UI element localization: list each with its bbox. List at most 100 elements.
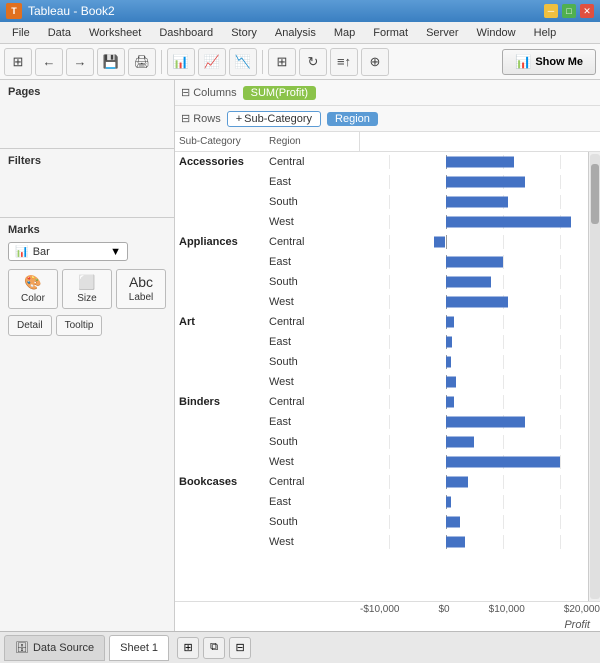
toolbar-sort-btn[interactable]: ≡↑ (330, 48, 358, 76)
bar[interactable] (434, 237, 445, 248)
bar[interactable] (446, 277, 492, 288)
menu-data[interactable]: Data (40, 25, 79, 41)
bar[interactable] (446, 537, 466, 548)
close-button[interactable]: ✕ (580, 4, 594, 18)
data-source-tab[interactable]: 🗄 Data Source (4, 635, 105, 661)
minimize-button[interactable]: ─ (544, 4, 558, 18)
detail-button[interactable]: Detail (8, 315, 52, 336)
x-axis-title: Profit (564, 619, 590, 631)
bar-container[interactable] (360, 535, 588, 549)
table-row: West (265, 372, 588, 392)
subcategory-label-1: Appliances (175, 232, 265, 312)
bar-container[interactable] (360, 295, 588, 309)
bar-container[interactable] (360, 255, 588, 269)
bar-container[interactable] (360, 275, 588, 289)
bar[interactable] (446, 257, 503, 268)
menu-format[interactable]: Format (365, 25, 416, 41)
bar[interactable] (446, 477, 469, 488)
menu-file[interactable]: File (4, 25, 38, 41)
toolbar-table-btn[interactable]: ⊞ (268, 48, 296, 76)
column-pill[interactable]: SUM(Profit) (243, 86, 316, 100)
sheet1-tab[interactable]: Sheet 1 (109, 635, 169, 661)
row-pill-2[interactable]: Region (327, 112, 378, 126)
toolbar-print-btn[interactable]: 🖨 (128, 48, 156, 76)
chart-scrollbar[interactable] (588, 152, 600, 601)
toolbar-forward-btn[interactable]: → (66, 48, 94, 76)
grid-line (560, 475, 561, 489)
bar[interactable] (446, 297, 509, 308)
bar-container[interactable] (360, 395, 588, 409)
bar[interactable] (446, 377, 456, 388)
bar-container[interactable] (360, 235, 588, 249)
bar[interactable] (446, 317, 455, 328)
bar-container[interactable] (360, 335, 588, 349)
show-me-button[interactable]: 📊 Show Me (502, 49, 596, 75)
left-panel: Pages Filters Marks 📊 Bar ▼ 🎨 Color (0, 80, 175, 631)
scrollbar-track[interactable] (590, 154, 600, 599)
bar-container[interactable] (360, 495, 588, 509)
bar[interactable] (446, 457, 560, 468)
bar-container[interactable] (360, 315, 588, 329)
bar[interactable] (446, 197, 509, 208)
menu-map[interactable]: Map (326, 25, 363, 41)
bar-container[interactable] (360, 215, 588, 229)
grid-line (503, 535, 504, 549)
bar[interactable] (446, 497, 452, 508)
duplicate-sheet-btn[interactable]: ⧉ (203, 637, 225, 659)
bar-container[interactable] (360, 475, 588, 489)
maximize-button[interactable]: □ (562, 4, 576, 18)
bar[interactable] (446, 397, 455, 408)
bar-container[interactable] (360, 175, 588, 189)
bar-container[interactable] (360, 155, 588, 169)
menu-window[interactable]: Window (469, 25, 524, 41)
label-button[interactable]: Abc Label (116, 269, 166, 309)
toolbar-chart3-btn[interactable]: 📉 (229, 48, 257, 76)
rows-icon: ⊟ (181, 112, 190, 125)
bar-container[interactable] (360, 195, 588, 209)
toolbar-chart2-btn[interactable]: 📈 (198, 48, 226, 76)
menu-analysis[interactable]: Analysis (267, 25, 324, 41)
scrollbar-thumb[interactable] (591, 164, 599, 224)
bar[interactable] (446, 437, 475, 448)
menu-help[interactable]: Help (526, 25, 565, 41)
region-name-label: West (265, 536, 360, 548)
bar-container[interactable] (360, 515, 588, 529)
bar[interactable] (446, 337, 453, 348)
grid-line (560, 195, 561, 209)
menu-story[interactable]: Story (223, 25, 265, 41)
subcategory-label-0: Accessories (175, 152, 265, 232)
menu-server[interactable]: Server (418, 25, 466, 41)
table-row: Central (265, 232, 588, 252)
color-button[interactable]: 🎨 Color (8, 269, 58, 309)
bar[interactable] (446, 217, 571, 228)
bar[interactable] (446, 177, 526, 188)
menu-dashboard[interactable]: Dashboard (151, 25, 221, 41)
bar[interactable] (446, 357, 451, 368)
marks-type-dropdown[interactable]: 📊 Bar ▼ (8, 242, 128, 261)
toolbar-back-btn[interactable]: ← (35, 48, 63, 76)
bar-container[interactable] (360, 455, 588, 469)
row-pill-1[interactable]: + Sub-Category (227, 111, 321, 127)
marks-type-label: Bar (33, 246, 50, 258)
toolbar-refresh-btn[interactable]: ↻ (299, 48, 327, 76)
grid-line (389, 455, 390, 469)
table-row: South (265, 432, 588, 452)
bar-container[interactable] (360, 435, 588, 449)
toolbar-grid-btn[interactable]: ⊞ (4, 48, 32, 76)
size-button[interactable]: ⬜ Size (62, 269, 112, 309)
tooltip-button[interactable]: Tooltip (56, 315, 103, 336)
toolbar-filter-btn[interactable]: ⊕ (361, 48, 389, 76)
table-row: South (265, 512, 588, 532)
bar-container[interactable] (360, 375, 588, 389)
bar[interactable] (446, 157, 514, 168)
menu-worksheet[interactable]: Worksheet (81, 25, 149, 41)
bar[interactable] (446, 517, 460, 528)
bar[interactable] (446, 417, 526, 428)
toolbar-save-btn[interactable]: 💾 (97, 48, 125, 76)
new-dashboard-btn[interactable]: ⊟ (229, 637, 251, 659)
toolbar-chart-btn[interactable]: 📊 (167, 48, 195, 76)
bar-container[interactable] (360, 355, 588, 369)
table-row: West (265, 292, 588, 312)
bar-container[interactable] (360, 415, 588, 429)
new-sheet-btn[interactable]: ⊞ (177, 637, 199, 659)
